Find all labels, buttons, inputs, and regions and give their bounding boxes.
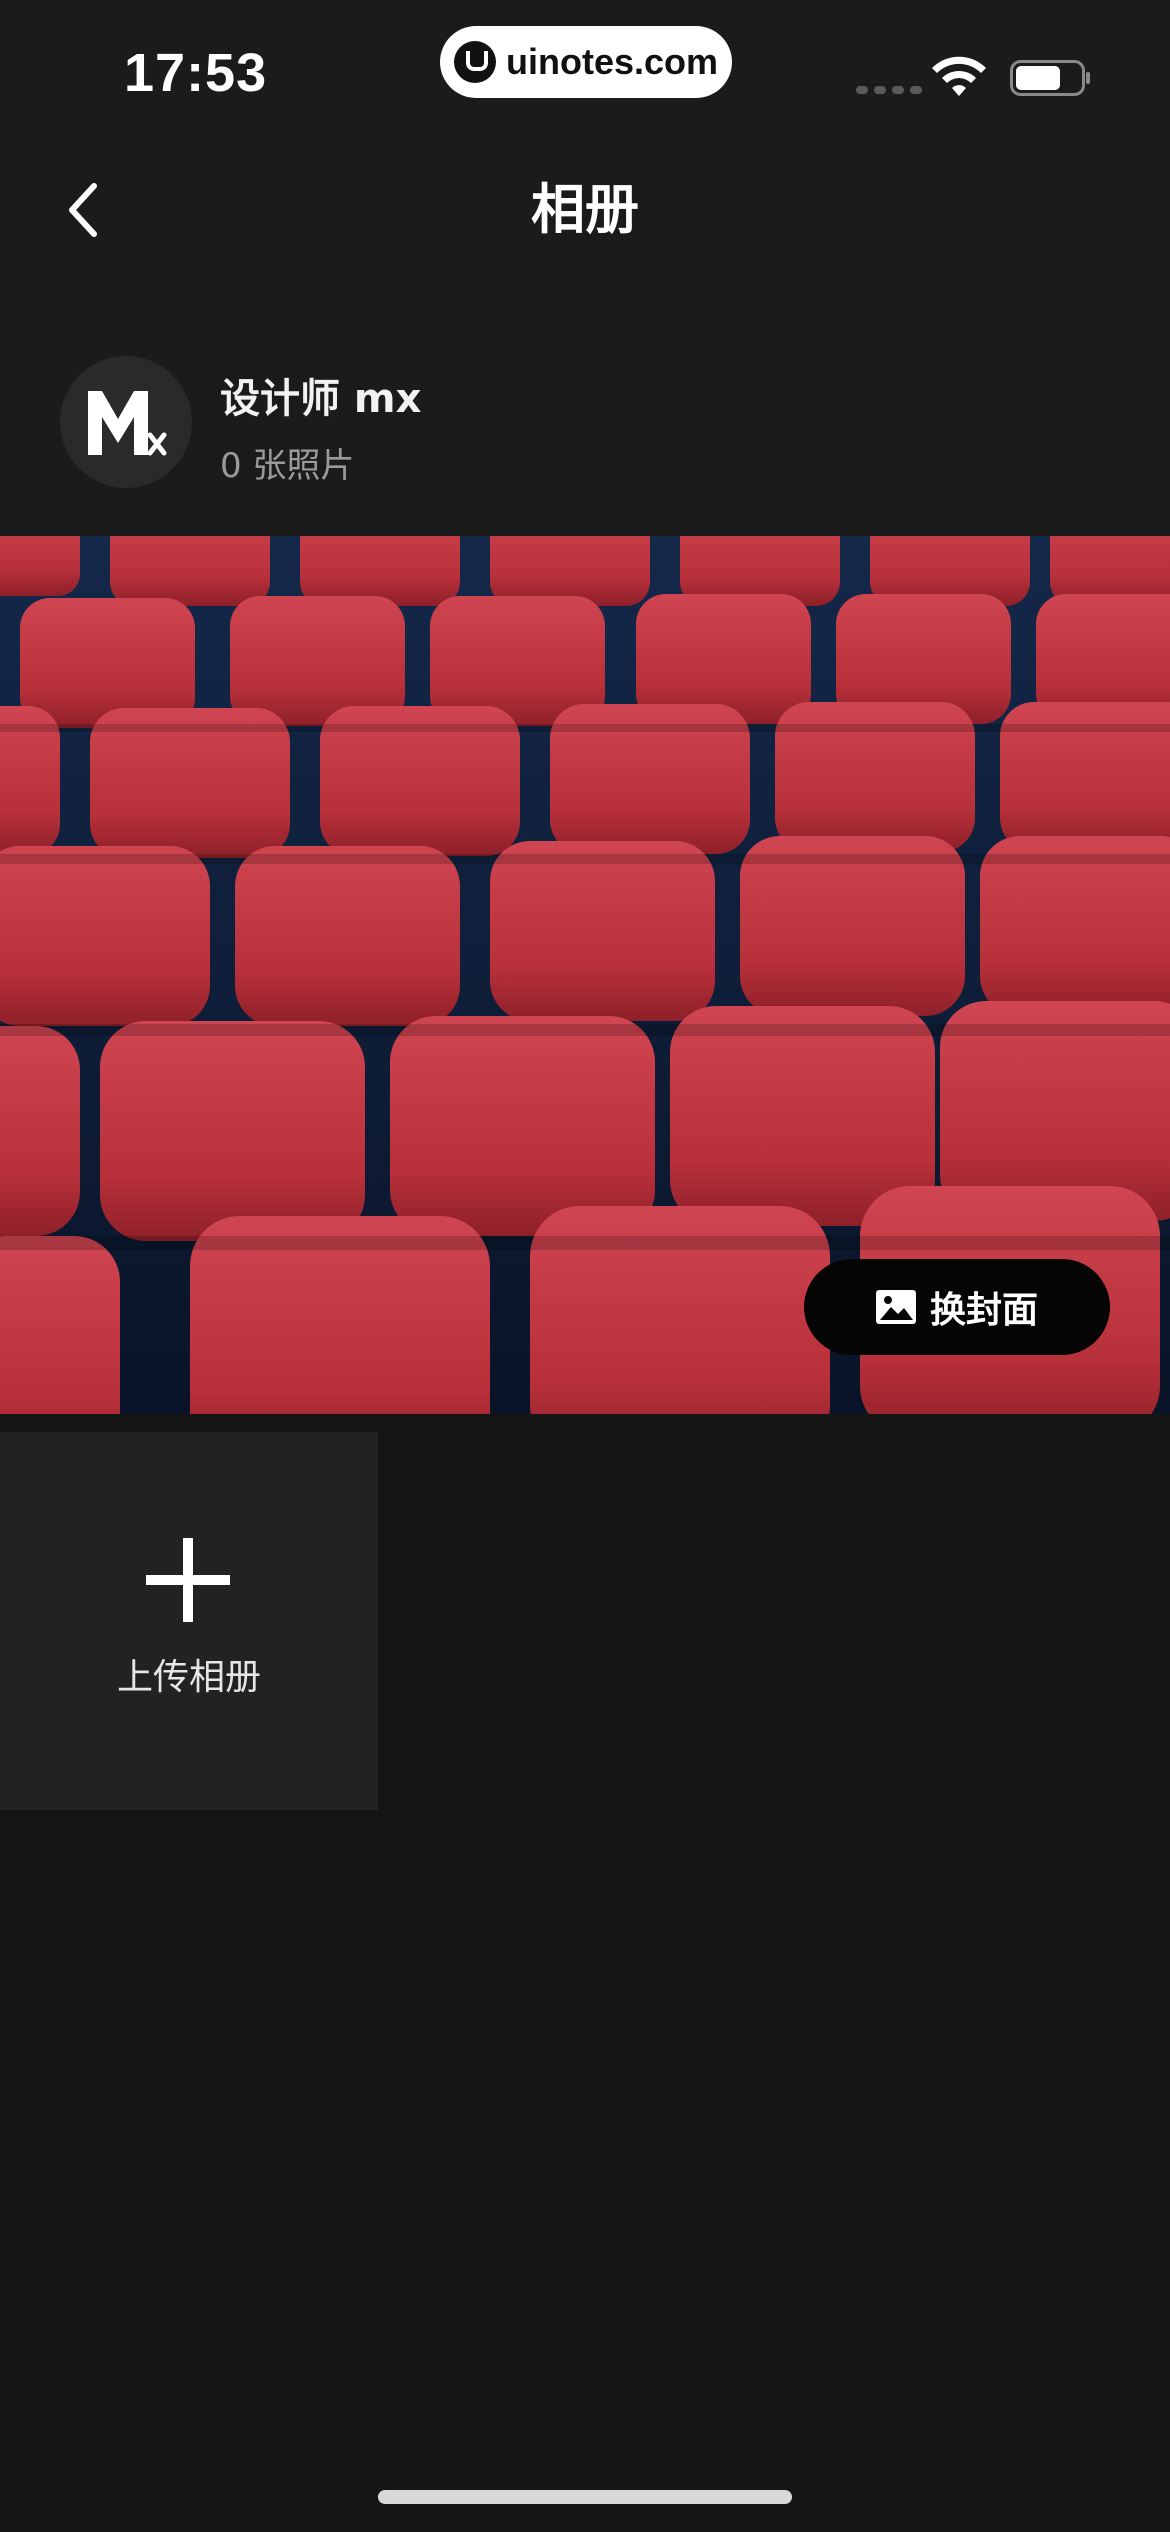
url-text: uinotes.com (506, 41, 719, 82)
change-cover-label: 换封面 (929, 1290, 1038, 1331)
nav-bar: 相册 (0, 150, 1170, 270)
status-time: 17:53 (124, 43, 268, 103)
album-cover-image: 换封面 (0, 536, 1170, 1414)
avatar[interactable] (60, 356, 192, 488)
home-indicator[interactable] (378, 2490, 792, 2504)
profile-row: 设计师 mx 0 张照片 (0, 270, 1170, 536)
mx-logo-icon (88, 391, 167, 456)
change-cover-button[interactable]: 换封面 (804, 1259, 1110, 1355)
profile-name: 设计师 mx (220, 376, 422, 422)
site-logo-icon (454, 41, 496, 83)
wifi-icon (932, 56, 986, 96)
image-icon (875, 1290, 916, 1324)
status-bar: 17:53 uinotes.com (0, 0, 1170, 150)
photo-count: 0 张照片 (220, 446, 355, 486)
page-title: 相册 (531, 178, 639, 241)
battery-icon (1010, 60, 1090, 96)
cellular-signal-icon (856, 86, 922, 94)
plus-icon (146, 1538, 230, 1622)
upload-album-button[interactable]: 上传相册 (0, 1432, 378, 1810)
upload-album-label: 上传相册 (116, 1657, 261, 1698)
url-pill[interactable]: uinotes.com (440, 26, 732, 98)
